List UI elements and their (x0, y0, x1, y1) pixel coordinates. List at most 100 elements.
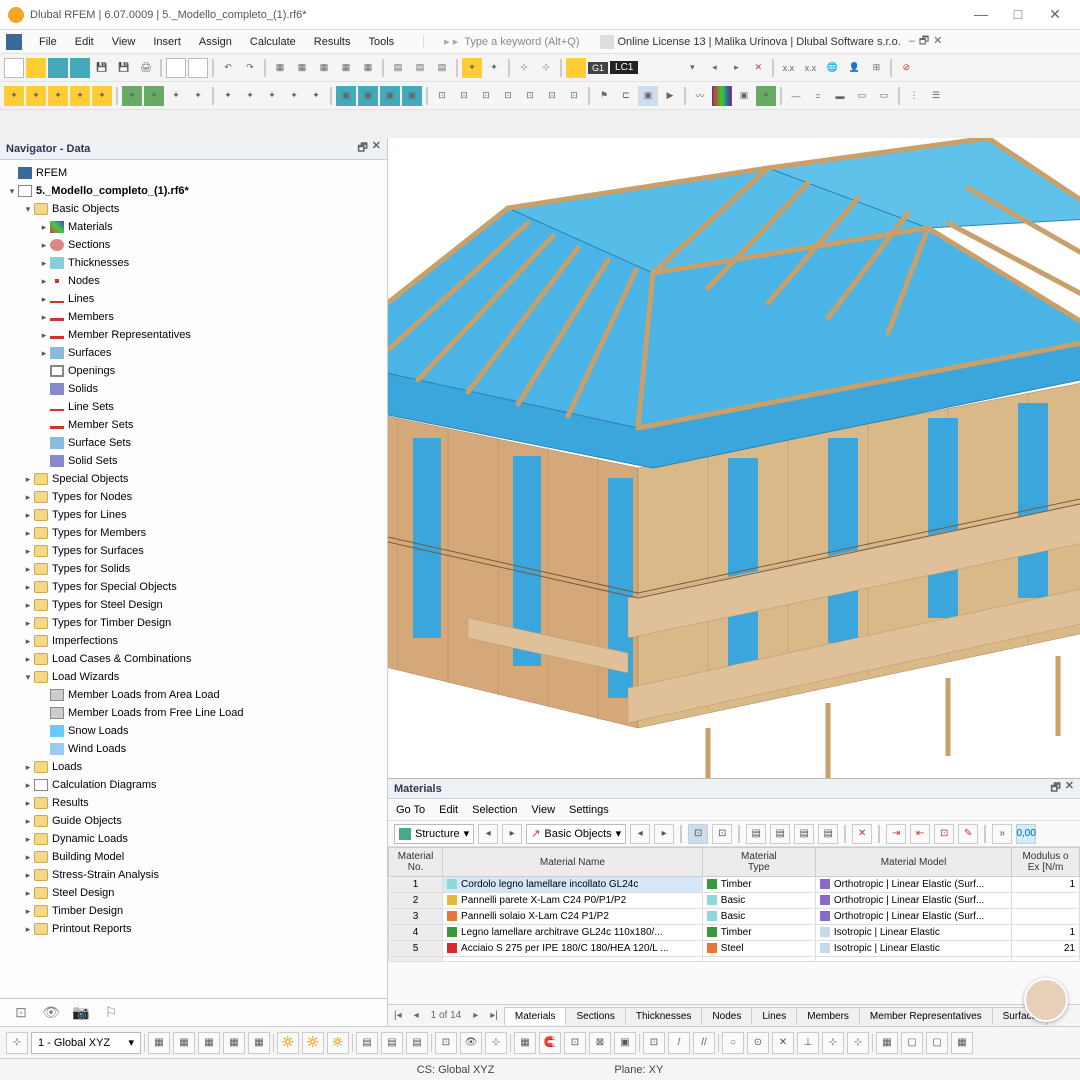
bt-icon[interactable]: ▢ (926, 1032, 948, 1054)
bt-icon[interactable]: ▦ (951, 1032, 973, 1054)
tool-icon[interactable]: ⇥ (886, 824, 906, 844)
menu-file[interactable]: File (30, 36, 66, 48)
prev-icon[interactable]: ◂ (478, 824, 498, 844)
table-icon[interactable]: ▤ (388, 58, 408, 78)
bt-icon[interactable]: / (668, 1032, 690, 1054)
tool-icon[interactable]: ⊡ (688, 824, 708, 844)
tree-item[interactable]: ▸Types for Nodes (2, 488, 385, 506)
prev-icon[interactable]: ◂ (408, 1010, 425, 1021)
cs-icon[interactable]: ⊹ (6, 1032, 28, 1054)
axes-icon[interactable]: ⊹ (536, 58, 556, 78)
grid-icon[interactable]: ▦ (314, 58, 334, 78)
tree-item[interactable]: ▾5._Modello_completo_(1).rf6* (2, 182, 385, 200)
frame-icon[interactable]: ⊡ (454, 86, 474, 106)
bar-icon[interactable]: ▭ (874, 86, 894, 106)
open-icon[interactable] (26, 58, 46, 78)
xxx-icon[interactable]: x.x (800, 58, 820, 78)
cube-icon[interactable]: ▣ (336, 86, 356, 106)
tree-item[interactable]: ▸Loads (2, 758, 385, 776)
eye-icon[interactable]: 👁 (40, 1004, 62, 1022)
spark-icon[interactable]: ✦ (462, 58, 482, 78)
tree-item[interactable]: Surface Sets (2, 434, 385, 452)
tree-item[interactable]: ▸Types for Members (2, 524, 385, 542)
undo-icon[interactable]: ↶ (218, 58, 238, 78)
tree-item[interactable]: ▸Guide Objects (2, 812, 385, 830)
tree-item[interactable]: ▸Types for Steel Design (2, 596, 385, 614)
tree-item[interactable]: Member Sets (2, 416, 385, 434)
new-icon[interactable] (4, 58, 24, 78)
tree-item[interactable]: Snow Loads (2, 722, 385, 740)
bt-icon[interactable]: ▦ (148, 1032, 170, 1054)
sp-icon[interactable]: ✦ (70, 86, 90, 106)
bt-icon[interactable]: // (693, 1032, 715, 1054)
tool-icon[interactable]: ▤ (770, 824, 790, 844)
frame-icon[interactable]: ⊡ (432, 86, 452, 106)
tree-item[interactable]: ▸Load Cases & Combinations (2, 650, 385, 668)
frame-icon[interactable]: ⊡ (520, 86, 540, 106)
tool-icon[interactable]: ⊡ (934, 824, 954, 844)
menu-insert[interactable]: Insert (144, 36, 190, 48)
flag-icon[interactable]: ⊏ (616, 86, 636, 106)
bt-icon[interactable]: 🔅 (327, 1032, 349, 1054)
sp-icon[interactable]: ✦ (240, 86, 260, 106)
cube-icon[interactable]: ▣ (358, 86, 378, 106)
doc-icon[interactable] (166, 58, 186, 78)
xxx-icon[interactable]: x.x (778, 58, 798, 78)
tool-icon[interactable]: ⊡ (712, 824, 732, 844)
tree-item[interactable]: ▸Types for Timber Design (2, 614, 385, 632)
tab-member representatives[interactable]: Member Representatives (859, 1007, 993, 1025)
close-icon[interactable]: ✕ (372, 139, 381, 158)
frame-icon[interactable]: ⊡ (542, 86, 562, 106)
line-icon[interactable]: = (808, 86, 828, 106)
bt-icon[interactable]: ▦ (198, 1032, 220, 1054)
tree-item[interactable]: ▸Nodes (2, 272, 385, 290)
bt-icon[interactable]: ▢ (901, 1032, 923, 1054)
x-icon[interactable]: ✕ (748, 58, 768, 78)
sp-icon[interactable]: ✦ (166, 86, 186, 106)
restore-icon[interactable]: 🗗 (919, 35, 929, 47)
cube-icon[interactable]: ▣ (402, 86, 422, 106)
sp-icon[interactable]: ✦ (48, 86, 68, 106)
grid-icon[interactable]: ▦ (336, 58, 356, 78)
x-icon[interactable]: ✕ (933, 35, 942, 47)
basic-combo[interactable]: ↗Basic Objects▾ (526, 824, 626, 844)
tree-item[interactable]: ▸Types for Solids (2, 560, 385, 578)
tree-item[interactable]: ▸Dynamic Loads (2, 830, 385, 848)
bt-icon[interactable]: ⊠ (589, 1032, 611, 1054)
more-icon[interactable]: » (992, 824, 1012, 844)
flag-icon[interactable] (566, 58, 586, 78)
navigator-tree[interactable]: RFEM▾5._Modello_completo_(1).rf6*▾Basic … (0, 160, 387, 998)
tree-item[interactable]: Openings (2, 362, 385, 380)
tree-item[interactable]: ▸Printout Reports (2, 920, 385, 938)
tree-item[interactable]: ▸Materials (2, 218, 385, 236)
tool-icon[interactable]: ▤ (818, 824, 838, 844)
person-icon[interactable]: 👤 (844, 58, 864, 78)
next-icon[interactable]: ▸ (502, 824, 522, 844)
table-icon[interactable]: ▤ (432, 58, 452, 78)
pin-icon[interactable]: 🗗 (357, 139, 367, 158)
tab-sections[interactable]: Sections (565, 1007, 625, 1025)
tool-icon[interactable] (48, 58, 68, 78)
tool-icon[interactable]: ⇤ (910, 824, 930, 844)
prev-icon[interactable]: ◂ (704, 58, 724, 78)
next-icon[interactable]: ▸ (654, 824, 674, 844)
sp-icon[interactable]: ✦ (26, 86, 46, 106)
last-icon[interactable]: ▸| (484, 1010, 504, 1021)
global-cs-combo[interactable]: 1 - Global XYZ▾ (31, 1032, 141, 1054)
sp-icon[interactable]: ✦ (92, 86, 112, 106)
tree-item[interactable]: Line Sets (2, 398, 385, 416)
num-icon[interactable]: 0,00 (1016, 824, 1036, 844)
bt-icon[interactable]: ▣ (614, 1032, 636, 1054)
tree-item[interactable]: Solids (2, 380, 385, 398)
exit-icon[interactable]: ⊘ (896, 58, 916, 78)
del-icon[interactable]: ✕ (852, 824, 872, 844)
pin-icon[interactable]: 🗗 (1050, 779, 1060, 798)
frame-icon[interactable]: ⊡ (564, 86, 584, 106)
close-icon[interactable]: ✕ (1065, 779, 1074, 798)
dash-icon[interactable]: – (909, 35, 915, 47)
menu-goto[interactable]: Go To (396, 804, 425, 816)
menu-icon[interactable]: ☰ (926, 86, 946, 106)
tree-item[interactable]: Member Loads from Free Line Load (2, 704, 385, 722)
box-icon[interactable]: ✦ (756, 86, 776, 106)
ft-icon[interactable]: ⊡ (10, 1004, 32, 1022)
